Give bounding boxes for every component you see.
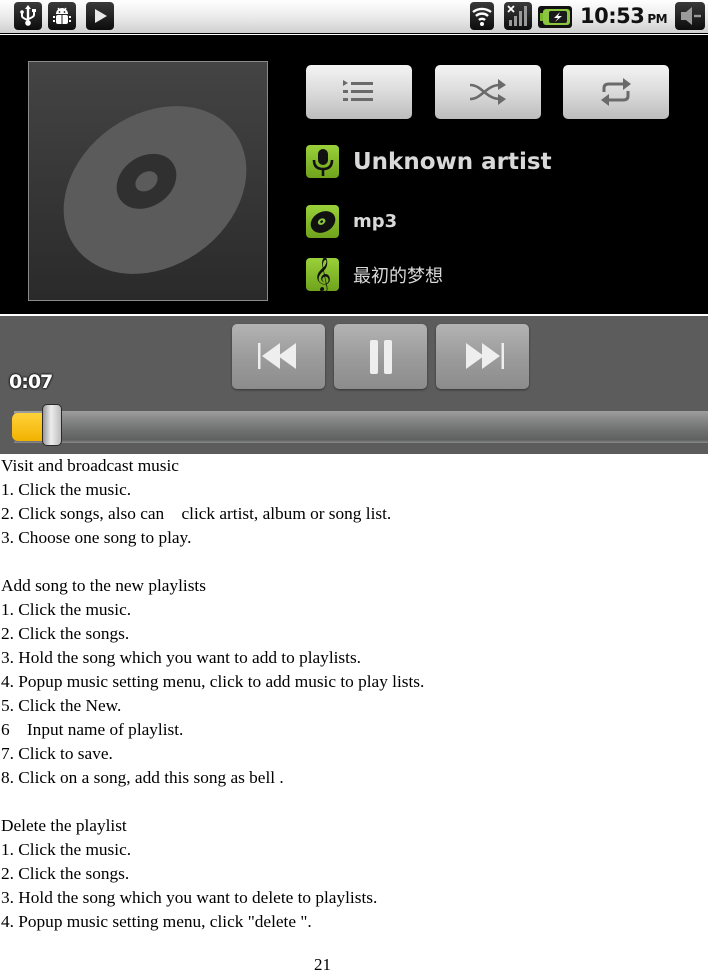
step: 8. Click on a song, add this song as bel… xyxy=(1,768,284,787)
transport-panel: 0:07 xyxy=(0,316,708,454)
instructions-text: Visit and broadcast music 1. Click the m… xyxy=(1,454,701,934)
section-title: Add song to the new playlists xyxy=(1,576,206,595)
step: 2. Click the songs. xyxy=(1,864,130,883)
step: 3. Hold the song which you want to delet… xyxy=(1,888,378,907)
disc-icon xyxy=(63,106,247,274)
previous-icon xyxy=(257,342,296,369)
now-playing-list-button[interactable] xyxy=(306,65,412,119)
step: 2. Click songs, also can click artist, a… xyxy=(1,504,392,523)
seek-thumb[interactable] xyxy=(42,404,63,446)
step: 1. Click the music. xyxy=(1,480,132,499)
step: 6 Input name of playlist. xyxy=(1,720,184,739)
signal-no-data-icon xyxy=(504,2,532,30)
music-note-icon: 𝄞 xyxy=(306,258,339,291)
next-icon xyxy=(465,342,504,369)
volume-icon xyxy=(675,2,705,30)
artist-row: Unknown artist xyxy=(306,145,552,178)
repeat-icon xyxy=(601,78,631,106)
step: 5. Click the New. xyxy=(1,696,122,715)
track-row: 𝄞 最初的梦想 xyxy=(306,258,443,291)
seek-progress-fill xyxy=(12,413,47,441)
step: 7. Click to save. xyxy=(1,744,113,763)
step: 2. Click the songs. xyxy=(1,624,130,643)
step: 3. Hold the song which you want to add t… xyxy=(1,648,361,667)
album-disc-icon xyxy=(306,205,339,238)
artist-name: Unknown artist xyxy=(353,148,552,175)
album-name: mp3 xyxy=(353,211,398,232)
repeat-button[interactable] xyxy=(563,65,669,119)
previous-button[interactable] xyxy=(232,324,325,389)
step: 3. Choose one song to play. xyxy=(1,528,192,547)
elapsed-time: 0:07 xyxy=(9,371,53,393)
section-title: Delete the playlist xyxy=(1,816,127,835)
wifi-icon xyxy=(470,2,494,30)
microphone-icon xyxy=(306,145,339,178)
play-notification-icon xyxy=(86,2,114,30)
step: 4. Popup music setting menu, click "dele… xyxy=(1,912,312,931)
track-title: 最初的梦想 xyxy=(353,265,443,287)
shuffle-button[interactable] xyxy=(435,65,541,119)
clock-time: 10:53 xyxy=(580,4,645,28)
now-playing-list-icon xyxy=(343,80,373,101)
album-art xyxy=(28,61,268,301)
clock-ampm: PM xyxy=(647,12,668,26)
album-row: mp3 xyxy=(306,205,397,238)
next-button[interactable] xyxy=(436,324,529,389)
android-debug-icon xyxy=(48,2,76,30)
clock: 10:53 PM xyxy=(580,4,668,30)
seek-bar[interactable] xyxy=(14,411,708,443)
battery-charging-icon xyxy=(538,6,572,33)
page-number: 21 xyxy=(314,955,331,973)
now-playing-panel: Unknown artist mp3 𝄞 最初的梦想 xyxy=(0,35,708,314)
shuffle-icon xyxy=(469,79,506,105)
usb-icon xyxy=(14,2,42,30)
pause-icon xyxy=(369,339,392,374)
step: 4. Popup music setting menu, click to ad… xyxy=(1,672,425,691)
status-bar: 10:53 PM xyxy=(0,0,708,34)
step: 1. Click the music. xyxy=(1,840,132,859)
section-title: Visit and broadcast music xyxy=(1,456,179,475)
step: 1. Click the music. xyxy=(1,600,132,619)
pause-button[interactable] xyxy=(334,324,427,389)
